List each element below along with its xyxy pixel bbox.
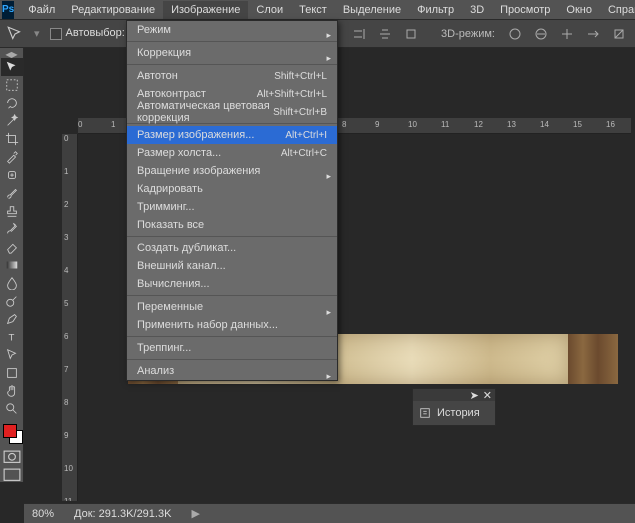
pen-tool[interactable]: [1, 310, 23, 328]
color-swatches[interactable]: [1, 422, 23, 446]
brush-tool[interactable]: [1, 184, 23, 202]
menu-3d[interactable]: 3D: [462, 1, 492, 19]
menu-фильтр[interactable]: Фильтр: [409, 1, 462, 19]
menu-item[interactable]: Коррекция: [127, 44, 337, 62]
collapse-icon[interactable]: ◀▶: [1, 50, 23, 58]
foreground-color[interactable]: [3, 424, 17, 438]
menu-item: Кадрировать: [127, 180, 337, 198]
menu-текст[interactable]: Текст: [291, 1, 335, 19]
crop-tool[interactable]: [1, 130, 23, 148]
move-tool[interactable]: [1, 58, 23, 76]
svg-text:T: T: [8, 333, 14, 344]
menu-item: Переменные: [127, 298, 337, 316]
menu-item[interactable]: Размер изображения...Alt+Ctrl+I: [127, 126, 337, 144]
panel-header[interactable]: ➤ ✕: [413, 389, 495, 401]
menu-изображение[interactable]: Изображение: [163, 1, 248, 19]
menu-item: Треппинг...: [127, 339, 337, 357]
history-brush-tool[interactable]: [1, 220, 23, 238]
type-tool[interactable]: T: [1, 328, 23, 346]
tools-panel: ◀▶ T: [0, 48, 24, 482]
distribute-icon[interactable]: [375, 24, 395, 44]
3d-roll-icon[interactable]: [531, 24, 551, 44]
stamp-tool[interactable]: [1, 202, 23, 220]
3d-mode-label: 3D-режим:: [441, 28, 495, 40]
heal-tool[interactable]: [1, 166, 23, 184]
eraser-tool[interactable]: [1, 238, 23, 256]
align-right-icon[interactable]: [349, 24, 369, 44]
zoom-level[interactable]: 80%: [32, 508, 54, 520]
history-panel[interactable]: ➤ ✕ История: [412, 388, 496, 426]
menu-item: Применить набор данных...: [127, 316, 337, 334]
quickmask-icon[interactable]: [3, 450, 21, 464]
doc-size: Док: 291.3K/291.3K: [74, 508, 171, 520]
menu-item[interactable]: АвтотонShift+Ctrl+L: [127, 67, 337, 85]
history-tab-label[interactable]: История: [437, 407, 480, 419]
menu-файл[interactable]: Файл: [20, 1, 63, 19]
gradient-tool[interactable]: [1, 256, 23, 274]
menu-справка[interactable]: Справка: [600, 1, 635, 19]
lasso-tool[interactable]: [1, 94, 23, 112]
wand-tool[interactable]: [1, 112, 23, 130]
menu-item[interactable]: Размер холста...Alt+Ctrl+C: [127, 144, 337, 162]
ruler-vertical[interactable]: 0123456789101112: [62, 134, 78, 501]
panel-close-icon[interactable]: ✕: [483, 389, 492, 402]
menu-просмотр[interactable]: Просмотр: [492, 1, 558, 19]
menu-item[interactable]: Внешний канал...: [127, 257, 337, 275]
hand-tool[interactable]: [1, 382, 23, 400]
menu-item[interactable]: Анализ: [127, 362, 337, 380]
app-logo: Ps: [2, 1, 14, 19]
3d-scale-icon[interactable]: [609, 24, 629, 44]
menu-выделение[interactable]: Выделение: [335, 1, 409, 19]
wood-right: [568, 334, 618, 384]
menubar: Ps ФайлРедактированиеИзображениеСлоиТекс…: [0, 0, 635, 20]
3d-slide-icon[interactable]: [583, 24, 603, 44]
menu-item[interactable]: Вращение изображения: [127, 162, 337, 180]
dodge-tool[interactable]: [1, 292, 23, 310]
image-menu: РежимКоррекцияАвтотонShift+Ctrl+LАвтокон…: [126, 20, 338, 381]
menu-item[interactable]: Вычисления...: [127, 275, 337, 293]
menu-item[interactable]: Режим: [127, 21, 337, 39]
status-arrow-icon[interactable]: ▶: [191, 507, 199, 520]
3d-orbit-icon[interactable]: [505, 24, 525, 44]
transform-icon[interactable]: [401, 24, 421, 44]
move-tool-icon: [6, 25, 24, 43]
menu-item: Показать все: [127, 216, 337, 234]
auto-select-checkbox[interactable]: Автовыбор:: [50, 27, 125, 39]
panel-collapse-icon[interactable]: ➤: [470, 389, 479, 402]
marquee-tool[interactable]: [1, 76, 23, 94]
menu-item[interactable]: Автоматическая цветовая коррекцияShift+C…: [127, 103, 337, 121]
menu-item[interactable]: Тримминг...: [127, 198, 337, 216]
3d-pan-icon[interactable]: [557, 24, 577, 44]
status-bar: 80% Док: 291.3K/291.3K ▶: [24, 503, 635, 523]
menu-окно[interactable]: Окно: [558, 1, 600, 19]
menu-редактирование[interactable]: Редактирование: [63, 1, 163, 19]
shape-tool[interactable]: [1, 364, 23, 382]
menu-item[interactable]: Создать дубликат...: [127, 239, 337, 257]
path-select-tool[interactable]: [1, 346, 23, 364]
eyedropper-tool[interactable]: [1, 148, 23, 166]
menu-слои[interactable]: Слои: [248, 1, 291, 19]
history-icon: [419, 407, 431, 419]
zoom-tool[interactable]: [1, 400, 23, 418]
blur-tool[interactable]: [1, 274, 23, 292]
screenmode-icon[interactable]: [3, 468, 21, 482]
